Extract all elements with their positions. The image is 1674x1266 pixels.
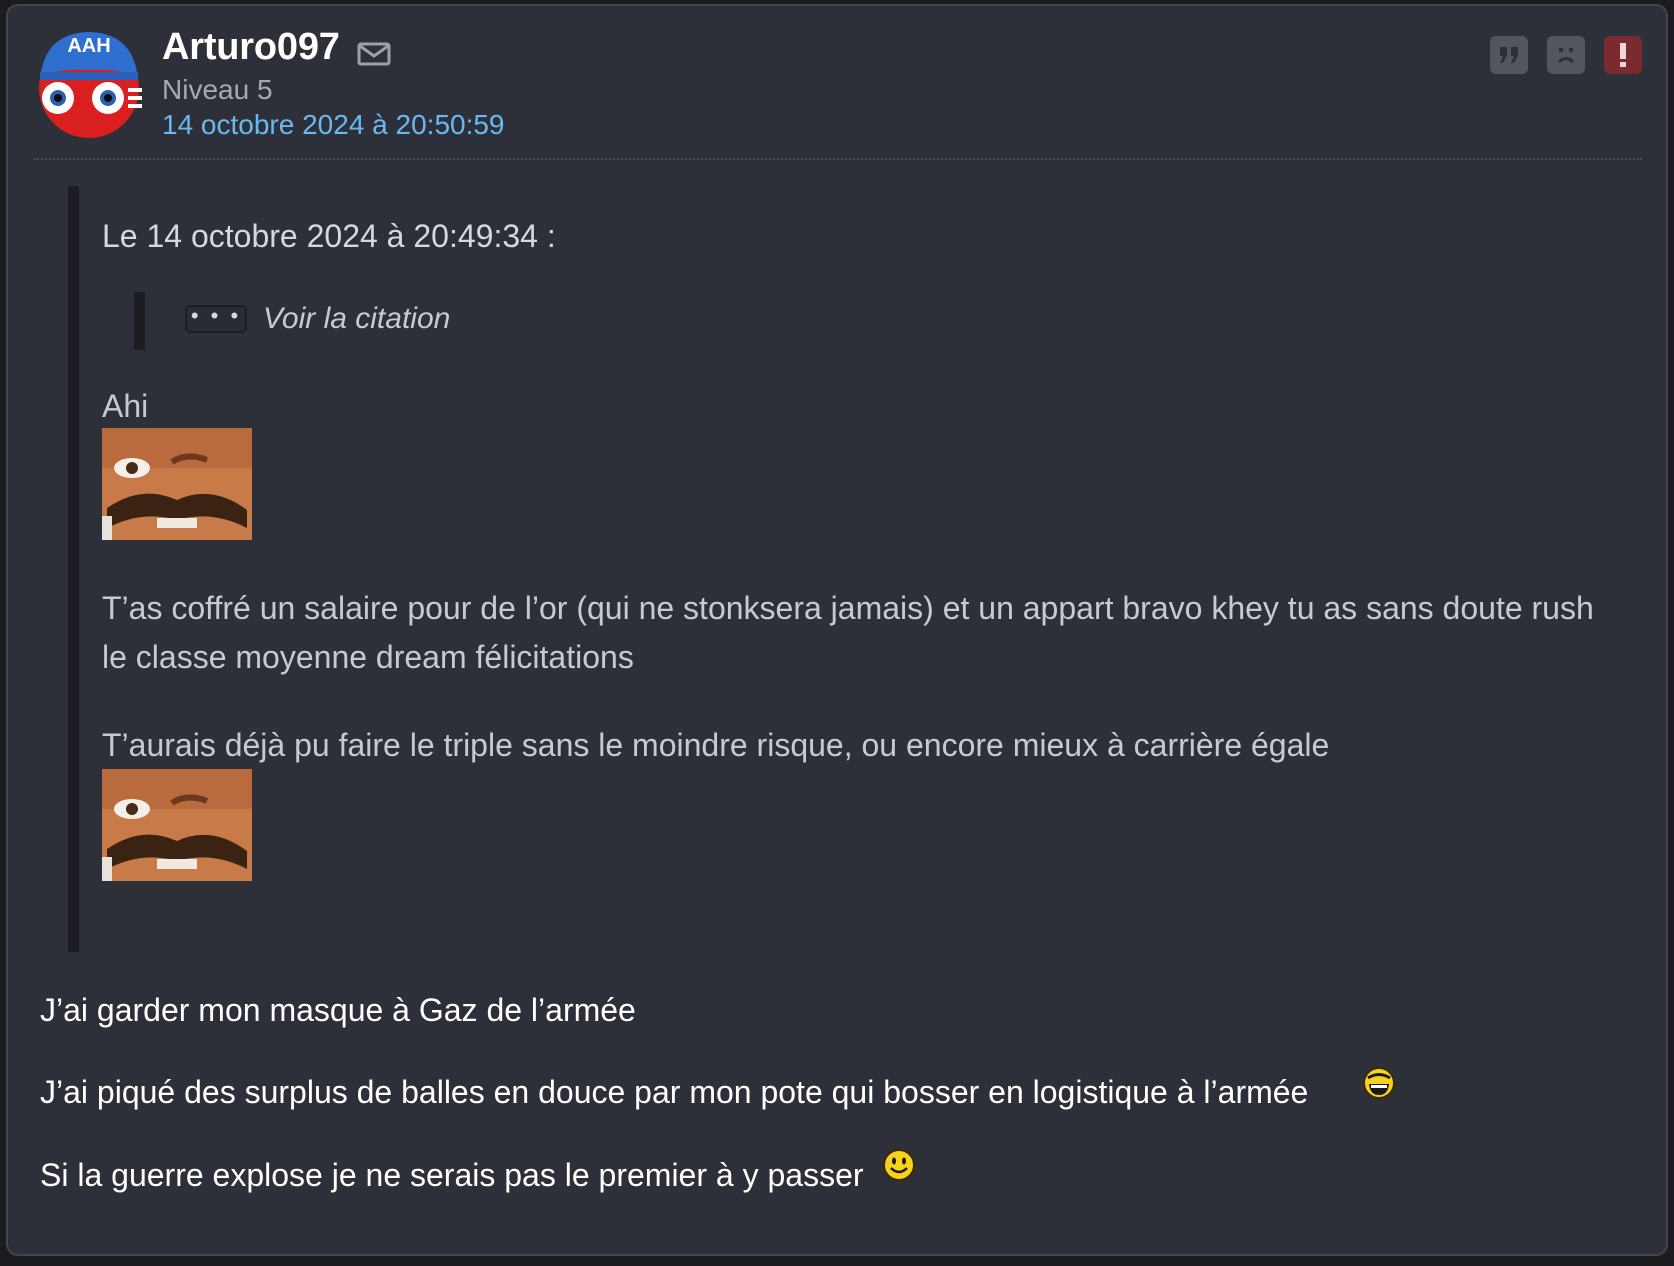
see-quote-link[interactable]: Voir la citation	[263, 302, 450, 336]
header-separator	[34, 158, 1642, 160]
expand-quote-button[interactable]: • • •	[185, 305, 247, 333]
sad-face-icon	[1557, 48, 1575, 64]
quote-bar	[68, 186, 79, 952]
avatar[interactable]: AAH	[34, 28, 144, 138]
forum-post: AAH Arturo097 Niveau 5 14 octobre 2024 à…	[6, 4, 1668, 1256]
smiley-icon	[883, 1149, 915, 1181]
quote-paragraph: T’aurais déjà pu faire le triple sans le…	[102, 727, 1330, 763]
report-button[interactable]	[1604, 36, 1642, 74]
quote-line: Ahi	[102, 388, 149, 424]
quote-icon	[1500, 47, 1518, 63]
exclamation-icon	[1620, 43, 1626, 67]
message-line: Si la guerre explose je ne serais pas le…	[40, 1157, 864, 1193]
nested-quote-bar	[134, 292, 145, 350]
laughing-smiley-icon	[1363, 1067, 1395, 1099]
avatar-cap-text: AAH	[67, 35, 110, 57]
sticker-image[interactable]	[102, 428, 252, 540]
author-name[interactable]: Arturo097	[162, 26, 340, 69]
sad-face-button[interactable]	[1547, 36, 1585, 74]
post-date-link[interactable]: 14 octobre 2024 à 20:50:59	[162, 109, 505, 141]
quote-button[interactable]	[1490, 36, 1528, 74]
envelope-icon[interactable]	[356, 40, 392, 68]
sticker-image[interactable]	[102, 769, 252, 881]
author-level: Niveau 5	[162, 74, 273, 105]
quote-header: Le 14 octobre 2024 à 20:49:34 :	[102, 218, 556, 254]
message-line: J’ai piqué des surplus de balles en douc…	[40, 1074, 1309, 1110]
quote-paragraph: T’as coffré un salaire pour de l’or (qui…	[102, 590, 1594, 675]
message-line: J’ai garder mon masque à Gaz de l’armée	[40, 992, 636, 1028]
